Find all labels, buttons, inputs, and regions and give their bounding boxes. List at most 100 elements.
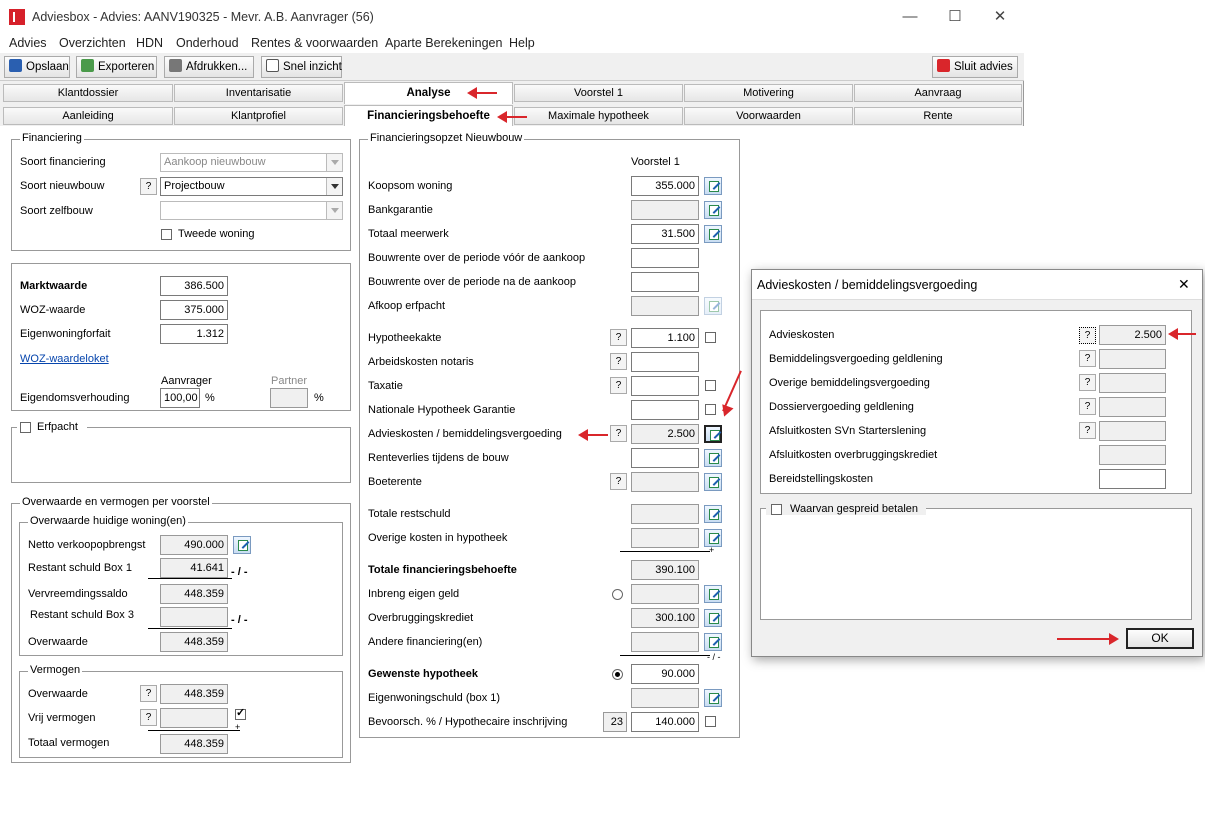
dlg-overbrugging-input[interactable] (1099, 445, 1166, 465)
tab-motivering[interactable]: Motivering (684, 84, 853, 102)
gewenste-hypotheek-input[interactable]: 90.000 (631, 664, 699, 684)
overige-kosten-input[interactable] (631, 528, 699, 548)
nhg-checkbox[interactable] (705, 404, 716, 415)
vermogen-overwaarde-input[interactable]: 448.359 (160, 684, 228, 704)
hypotheekakte-checkbox[interactable] (705, 332, 716, 343)
overwaarde-input[interactable]: 448.359 (160, 632, 228, 652)
vrij-vermogen-checkbox[interactable] (235, 706, 246, 720)
restant-schuld-box1-input[interactable]: 41.641 (160, 558, 228, 578)
bankgarantie-input[interactable] (631, 200, 699, 220)
eigendom-partner-input[interactable] (270, 388, 308, 408)
erfpacht-checkbox[interactable] (20, 422, 31, 433)
tab-aanleiding[interactable]: Aanleiding (3, 107, 173, 125)
minimize-button[interactable]: — (895, 6, 925, 28)
menu-onderhoud[interactable]: Onderhoud (176, 36, 239, 50)
edit-icon[interactable] (704, 177, 722, 195)
question-icon[interactable]: ? (140, 709, 157, 726)
advieskosten-input[interactable]: 2.500 (631, 424, 699, 444)
menu-rentes[interactable]: Rentes & voorwaarden (251, 36, 378, 50)
bevoorschotting-pct-input[interactable]: 23 (603, 712, 627, 732)
save-button[interactable]: Opslaan (4, 56, 70, 78)
tab-klantprofiel[interactable]: Klantprofiel (174, 107, 343, 125)
tab-inventarisatie[interactable]: Inventarisatie (174, 84, 343, 102)
edit-icon[interactable] (233, 536, 251, 554)
woz-waarde-input[interactable]: 375.000 (160, 300, 228, 320)
maximize-button[interactable]: ☐ (940, 6, 970, 28)
dlg-dossier-input[interactable] (1099, 397, 1166, 417)
inbreng-eigen-geld-input[interactable] (631, 584, 699, 604)
question-icon[interactable]: ? (140, 178, 157, 195)
tweede-woning-checkbox[interactable] (161, 229, 172, 240)
meerwerk-input[interactable]: 31.500 (631, 224, 699, 244)
tab-klantdossier[interactable]: Klantdossier (3, 84, 173, 102)
dlg-overige-input[interactable] (1099, 373, 1166, 393)
hypotheekakte-input[interactable]: 1.100 (631, 328, 699, 348)
vrij-vermogen-input[interactable] (160, 708, 228, 728)
question-icon[interactable]: ? (610, 425, 627, 442)
tab-voorwaarden[interactable]: Voorwaarden (684, 107, 853, 125)
soort-zelfbouw-select[interactable] (160, 201, 343, 220)
print-button[interactable]: Afdrukken... (164, 56, 254, 78)
eigenwoningschuld-input[interactable] (631, 688, 699, 708)
totale-financieringsbehoefte-input[interactable]: 390.100 (631, 560, 699, 580)
soort-nieuwbouw-select[interactable]: Projectbouw (160, 177, 343, 196)
export-button[interactable]: Exporteren (76, 56, 157, 78)
quick-insight-button[interactable]: Snel inzicht (261, 56, 342, 78)
question-icon[interactable]: ? (1079, 327, 1096, 344)
ok-button[interactable]: OK (1126, 628, 1194, 649)
hypothecaire-inschrijving-input[interactable]: 140.000 (631, 712, 699, 732)
bouwrente-na-input[interactable] (631, 272, 699, 292)
gespreid-checkbox[interactable] (771, 504, 782, 515)
menu-help[interactable]: Help (509, 36, 535, 50)
question-icon[interactable]: ? (1079, 350, 1096, 367)
question-icon[interactable]: ? (1079, 374, 1096, 391)
totale-restschuld-input[interactable] (631, 504, 699, 524)
edit-icon[interactable] (704, 425, 722, 443)
question-icon[interactable]: ? (140, 685, 157, 702)
totaal-vermogen-input[interactable]: 448.359 (160, 734, 228, 754)
question-icon[interactable]: ? (610, 377, 627, 394)
taxatie-input[interactable] (631, 376, 699, 396)
soort-financiering-select[interactable]: Aankoop nieuwbouw (160, 153, 343, 172)
bouwrente-voor-input[interactable] (631, 248, 699, 268)
dlg-svn-input[interactable] (1099, 421, 1166, 441)
dlg-advieskosten-input[interactable]: 2.500 (1099, 325, 1166, 345)
koopsom-input[interactable]: 355.000 (631, 176, 699, 196)
edit-icon[interactable] (704, 449, 722, 467)
edit-icon[interactable] (704, 201, 722, 219)
menu-overzichten[interactable]: Overzichten (59, 36, 126, 50)
question-icon[interactable]: ? (610, 353, 627, 370)
eigenwoningforfait-input[interactable]: 1.312 (160, 324, 228, 344)
tab-financieringsbehoefte[interactable]: Financieringsbehoefte (344, 105, 513, 126)
vervreemdingssaldo-input[interactable]: 448.359 (160, 584, 228, 604)
edit-icon[interactable] (704, 609, 722, 627)
tab-rente[interactable]: Rente (854, 107, 1022, 125)
question-icon[interactable]: ? (1079, 422, 1096, 439)
tab-aanvraag[interactable]: Aanvraag (854, 84, 1022, 102)
question-icon[interactable]: ? (610, 473, 627, 490)
dialog-close-button[interactable]: ✕ (1178, 276, 1190, 293)
gewenste-hypotheek-radio[interactable] (612, 669, 623, 680)
netto-verkoopopbrengst-input[interactable]: 490.000 (160, 535, 228, 555)
marktwaarde-input[interactable]: 386.500 (160, 276, 228, 296)
edit-icon[interactable] (704, 585, 722, 603)
boeterente-input[interactable] (631, 472, 699, 492)
close-window-button[interactable]: ✕ (985, 6, 1015, 28)
tab-maximale-hypotheek[interactable]: Maximale hypotheek (514, 107, 683, 125)
close-advice-button[interactable]: Sluit advies (932, 56, 1018, 78)
nhg-input[interactable] (631, 400, 699, 420)
question-icon[interactable]: ? (610, 329, 627, 346)
menu-hdn[interactable]: HDN (136, 36, 163, 50)
edit-icon[interactable] (704, 225, 722, 243)
question-icon[interactable]: ? (1079, 398, 1096, 415)
restant-schuld-box3-input[interactable] (160, 607, 228, 627)
overbruggingskrediet-input[interactable]: 300.100 (631, 608, 699, 628)
edit-icon[interactable] (704, 633, 722, 651)
woz-waardeloket-link[interactable]: WOZ-waardeloket (20, 353, 109, 365)
andere-financiering-input[interactable] (631, 632, 699, 652)
edit-icon[interactable] (704, 689, 722, 707)
dlg-bemiddeling-input[interactable] (1099, 349, 1166, 369)
taxatie-checkbox[interactable] (705, 380, 716, 391)
tab-voorstel-1[interactable]: Voorstel 1 (514, 84, 683, 102)
renteverlies-input[interactable] (631, 448, 699, 468)
